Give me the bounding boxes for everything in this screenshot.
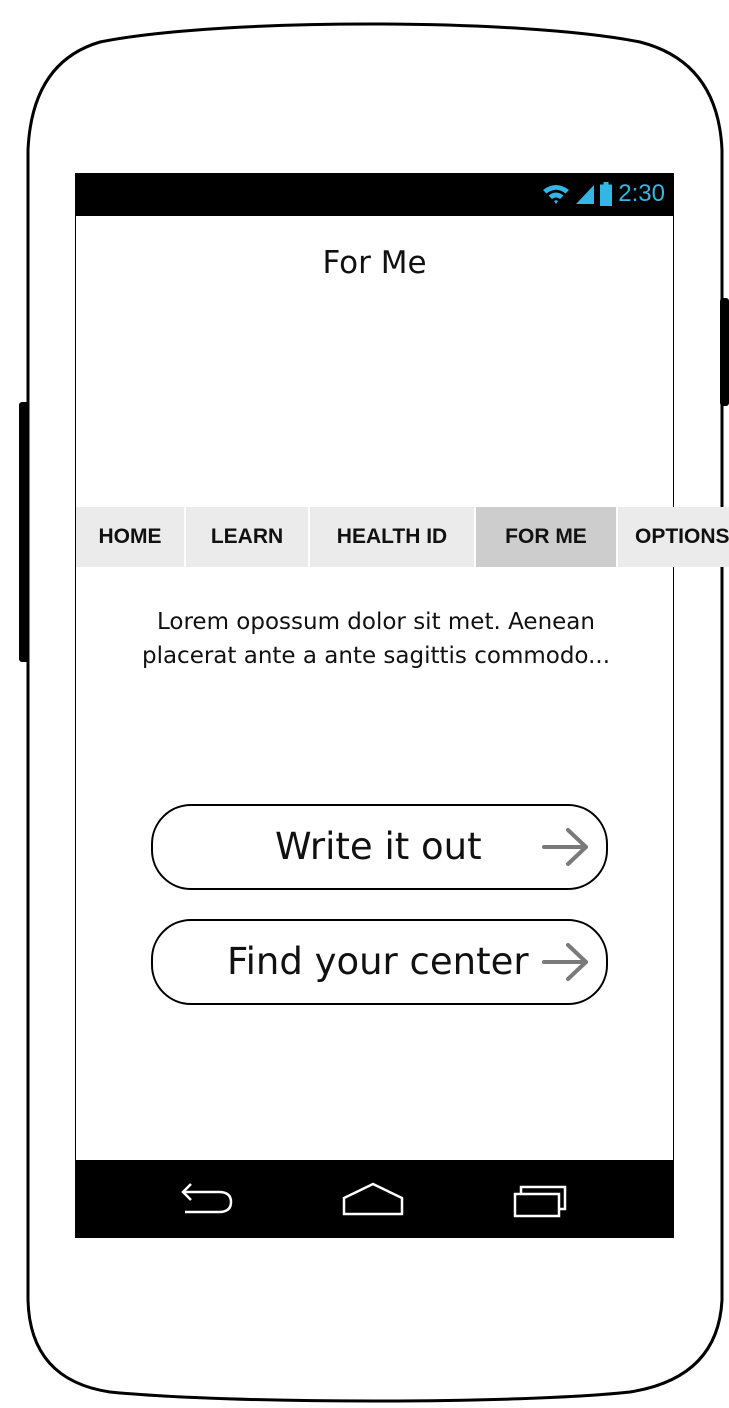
find-your-center-button[interactable]: Find your center [151, 919, 608, 1005]
tab-home[interactable]: HOME [76, 507, 186, 567]
screen: 2:30 For Me HOME LEARN HEALTH ID FOR ME … [75, 173, 729, 1238]
status-time: 2:30 [618, 180, 665, 207]
status-icons: 2:30 [542, 179, 665, 209]
arrow-right-icon [542, 943, 588, 981]
signal-icon [576, 185, 595, 204]
home-icon[interactable] [338, 1174, 408, 1224]
find-your-center-label: Find your center [227, 940, 529, 983]
battery-icon [600, 182, 613, 206]
intro-text: Lorem opossum dolor sit met. Aenean plac… [141, 609, 611, 669]
page-title: For Me [322, 245, 427, 281]
navigation-bar [76, 1160, 673, 1238]
wifi-icon [543, 185, 570, 204]
recents-icon[interactable] [503, 1174, 573, 1224]
back-icon[interactable] [171, 1174, 241, 1224]
side-button-right [720, 298, 729, 406]
tab-learn[interactable]: LEARN [186, 507, 310, 567]
tab-bar: HOME LEARN HEALTH ID FOR ME OPTIONS [76, 507, 729, 567]
tab-for-me[interactable]: FOR ME [476, 507, 618, 567]
phone-mockup: 2:30 For Me HOME LEARN HEALTH ID FOR ME … [0, 0, 729, 1408]
write-it-out-button[interactable]: Write it out [151, 804, 608, 890]
status-bar: 2:30 [76, 173, 673, 216]
tab-health-id[interactable]: HEALTH ID [310, 507, 476, 567]
arrow-right-icon [542, 828, 588, 866]
tab-options[interactable]: OPTIONS [618, 507, 729, 567]
write-it-out-label: Write it out [275, 825, 482, 868]
side-button-left [19, 402, 29, 662]
